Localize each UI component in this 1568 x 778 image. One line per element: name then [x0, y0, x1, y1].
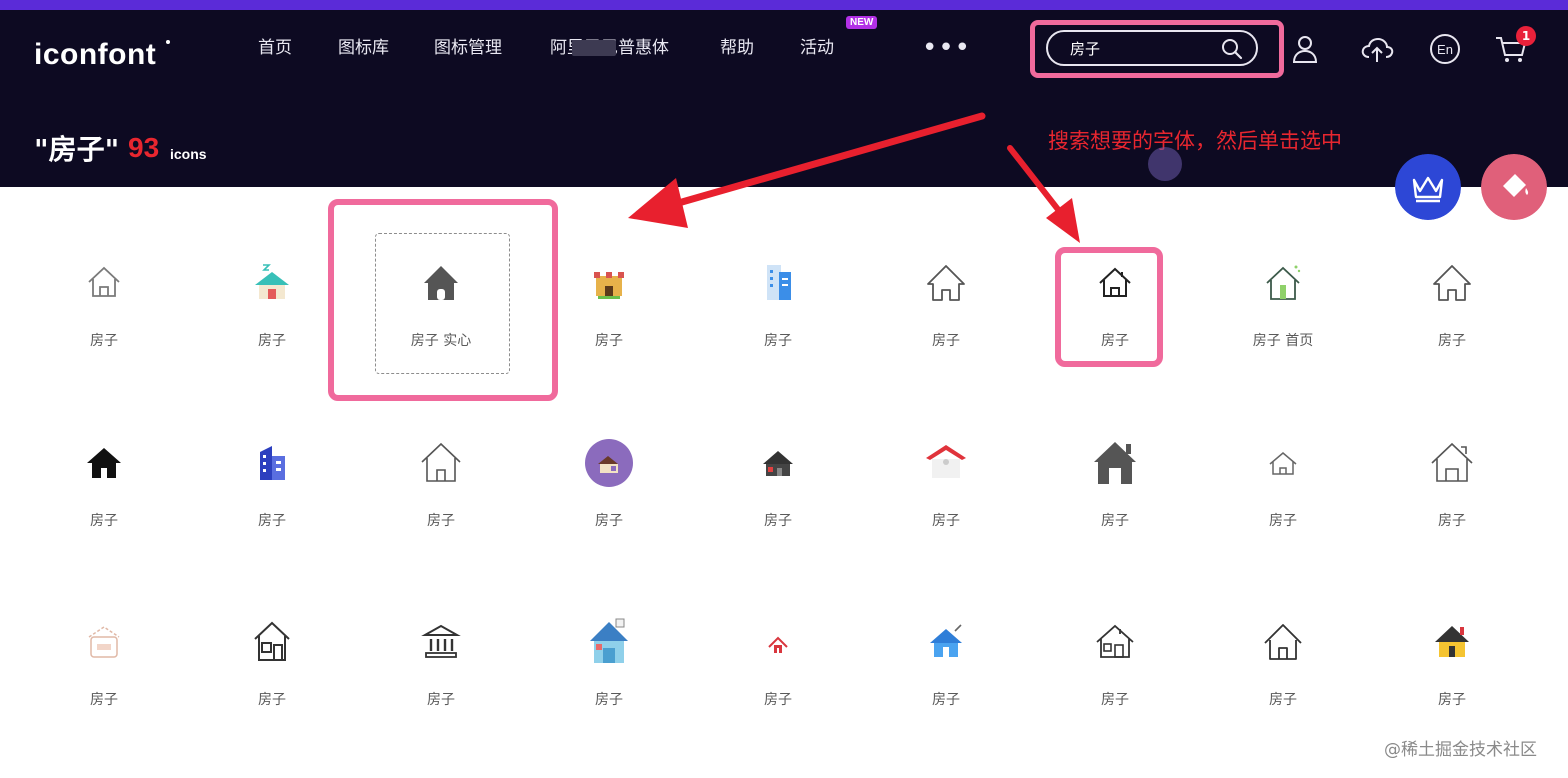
icon-label: 房子	[90, 513, 118, 529]
vip-crown-button[interactable]	[1395, 154, 1461, 220]
icon-label: 房子	[1101, 513, 1129, 529]
highlight-box-chimney-house	[1055, 247, 1163, 367]
icon-card[interactable]: 房子	[188, 438, 356, 558]
house-roof-outline-icon	[421, 442, 461, 482]
annotation-text: 搜索想要的字体，然后单击选中	[1048, 129, 1342, 153]
logo[interactable]: iconfont	[34, 38, 156, 72]
icon-card[interactable]: 房子	[20, 438, 188, 558]
icon-label: 房子	[90, 692, 118, 708]
icon-label: 房子 首页	[1252, 333, 1314, 349]
house-line-icon	[1264, 624, 1302, 660]
icon-label: 房子	[427, 692, 455, 708]
house-window-outline-icon	[254, 621, 290, 661]
icon-card[interactable]: 房子	[357, 617, 525, 737]
icon-label: 房子	[764, 513, 792, 529]
house-blue-tall-icon	[590, 618, 628, 663]
top-strip	[0, 0, 1568, 10]
header: iconfont 首页 图标库 图标管理 阿里巴巴普惠体 帮助 活动 NEW •…	[0, 10, 1568, 187]
house-line-icon	[927, 265, 965, 301]
icon-card[interactable]: 房子	[20, 258, 188, 378]
building-blue-icon	[767, 265, 791, 300]
icon-card[interactable]: 房子	[862, 258, 1030, 378]
house-colored-teal-icon	[255, 264, 289, 299]
icon-card[interactable]: 房子	[1031, 617, 1199, 737]
icon-card[interactable]: 房子	[188, 617, 356, 737]
cursor-indicator	[1148, 147, 1182, 181]
icon-label: 房子	[595, 513, 623, 529]
icon-label: 房子	[1438, 513, 1466, 529]
icon-card[interactable]: 房子	[20, 617, 188, 737]
house-black-solid-icon	[87, 448, 121, 478]
search-highlight-box	[1030, 20, 1284, 78]
highlight-box-solid-house	[328, 199, 558, 401]
language-en-icon[interactable]: En	[1428, 32, 1462, 66]
nav-icon-management[interactable]: 图标管理	[434, 34, 502, 62]
icon-label: 房子	[1101, 692, 1129, 708]
icon-label: 房子	[258, 692, 286, 708]
icon-label: 房子	[90, 333, 118, 349]
house-yellow-icon	[1435, 626, 1469, 657]
logo-dot	[166, 40, 170, 44]
house-blue-icon	[930, 624, 962, 657]
icon-card[interactable]: 房子	[525, 617, 693, 737]
icon-card[interactable]: 房子	[1199, 617, 1367, 737]
result-unit: icons	[170, 146, 207, 162]
user-icon[interactable]	[1288, 32, 1322, 66]
icon-card[interactable]: 房子	[525, 438, 693, 558]
icon-card[interactable]: 房子	[694, 438, 862, 558]
icon-card[interactable]: 房子 首页	[1199, 258, 1367, 378]
icon-label: 房子	[1269, 513, 1297, 529]
icon-label: 房子	[932, 513, 960, 529]
result-keyword: "房子"	[34, 133, 120, 166]
nav-help[interactable]: 帮助	[720, 34, 754, 62]
icon-label: 房子	[764, 333, 792, 349]
nav-home[interactable]: 首页	[258, 34, 292, 62]
icon-label: 房子	[1269, 692, 1297, 708]
house-gray-chimney-icon	[1094, 442, 1136, 484]
cart-count-badge: 1	[1516, 26, 1536, 46]
icon-card[interactable]: 房子	[862, 438, 1030, 558]
house-dark-small-icon	[763, 451, 793, 476]
upload-cloud-icon[interactable]	[1360, 32, 1394, 66]
icon-card[interactable]: 房子	[1368, 438, 1536, 558]
nav-icon-library[interactable]: 图标库	[338, 34, 389, 62]
house-beige-outline-icon	[88, 626, 120, 658]
house-thin-line-icon	[1269, 452, 1297, 475]
house-outline-icon	[88, 266, 120, 297]
building-indigo-icon	[260, 446, 285, 480]
icon-card[interactable]: 房子	[1368, 617, 1536, 737]
nav-more-button[interactable]: •••	[922, 34, 971, 62]
icon-card[interactable]: 房子	[1031, 438, 1199, 558]
result-count: 93	[128, 132, 160, 163]
icon-card[interactable]: 房子	[357, 438, 525, 558]
icon-label: 房子	[1438, 692, 1466, 708]
svg-text:En: En	[1437, 42, 1453, 57]
house-green-home-icon	[1266, 265, 1301, 300]
icon-label: 房子	[1438, 333, 1466, 349]
icon-label: 房子	[427, 513, 455, 529]
icon-label: 房子	[932, 333, 960, 349]
icon-label: 房子	[932, 692, 960, 708]
house-line-icon	[1433, 265, 1471, 301]
redaction-mask	[572, 40, 616, 56]
house-red-roof-icon	[926, 445, 966, 478]
icon-label: 房子	[595, 692, 623, 708]
icon-card[interactable]: 房子	[1199, 438, 1367, 558]
castle-colored-icon	[594, 272, 624, 299]
icon-card[interactable]: 房子	[694, 617, 862, 737]
icon-card[interactable]: 房子	[862, 617, 1030, 737]
watermark: @稀土掘金技术社区	[1384, 740, 1537, 760]
icon-label: 房子	[258, 513, 286, 529]
new-badge: NEW	[846, 16, 878, 29]
house-cottage-outline-icon	[1096, 624, 1134, 658]
house-red-small-icon	[768, 636, 788, 653]
paint-bucket-button[interactable]	[1481, 154, 1547, 220]
house-chimney-outline-icon	[1431, 442, 1473, 482]
icon-label: 房子	[764, 692, 792, 708]
icon-card[interactable]: 房子	[1368, 258, 1536, 378]
house-circle-purple-icon	[585, 439, 633, 487]
bank-outline-icon	[421, 624, 461, 658]
nav-activity[interactable]: 活动	[800, 34, 834, 62]
icon-card[interactable]: 房子	[694, 258, 862, 378]
